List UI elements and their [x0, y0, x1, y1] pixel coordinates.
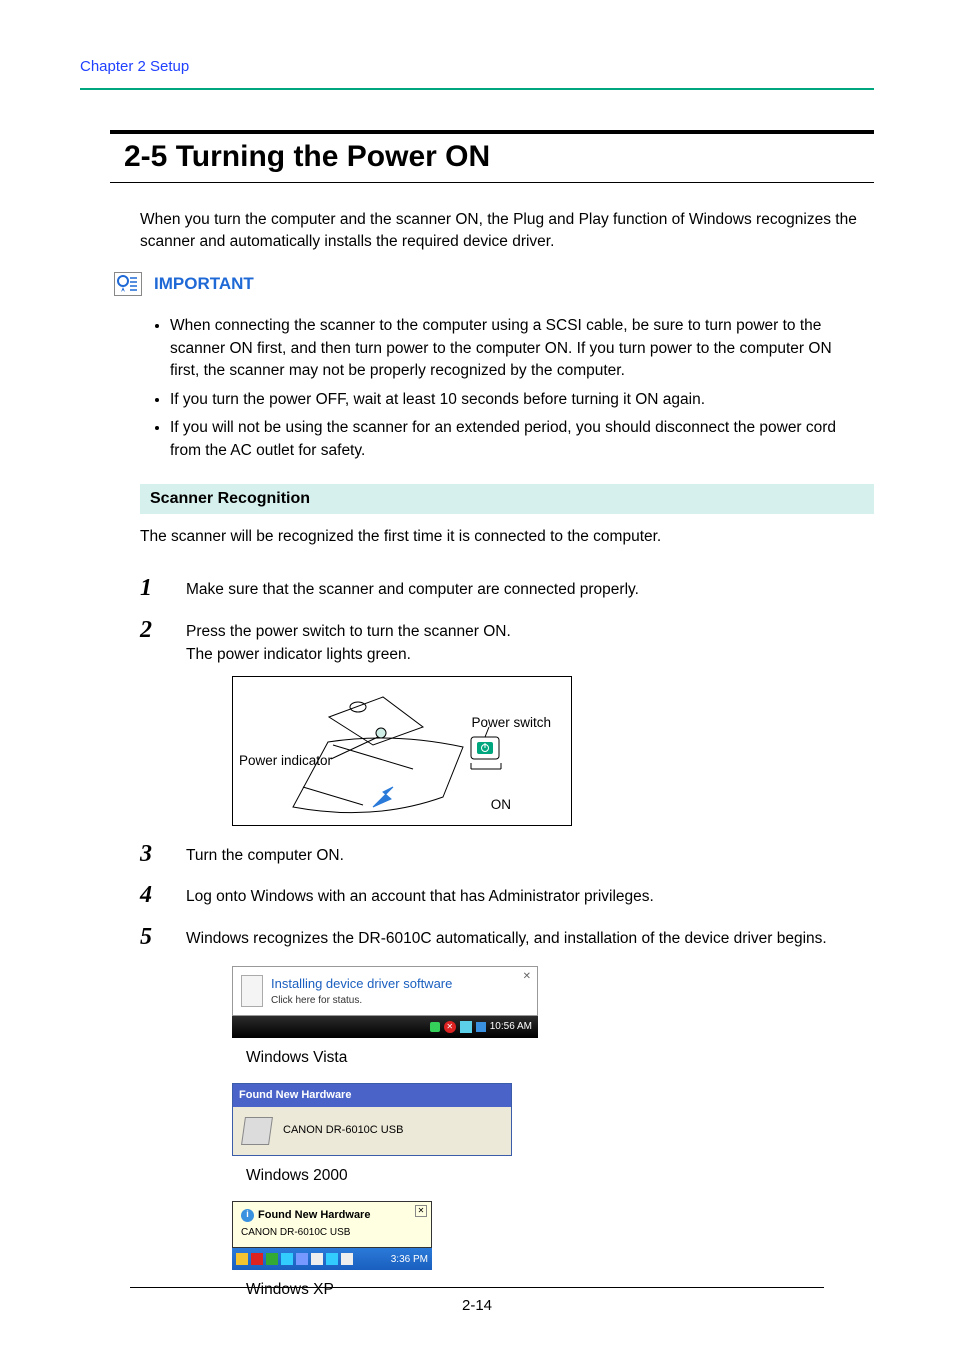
- page-number: 2-14: [0, 1297, 954, 1314]
- system-tray: 3:36 PM: [232, 1248, 432, 1270]
- tray-icon: [430, 1022, 440, 1032]
- page-title: 2-5 Turning the Power ON: [124, 140, 490, 173]
- balloon-subtitle: Click here for status.: [271, 993, 452, 1008]
- balloon-body: CANON DR-6010C USB: [241, 1225, 423, 1240]
- dialog-title: Found New Hardware: [233, 1084, 511, 1107]
- scanner-diagram: Power indicator Power switch ON: [232, 676, 572, 826]
- hardware-icon: [243, 1117, 271, 1145]
- tray-icon: [236, 1253, 248, 1265]
- balloon-title: Installing device driver software: [271, 974, 452, 994]
- step-number: 5: [140, 925, 186, 949]
- tray-clock: 10:56 AM: [490, 1019, 532, 1034]
- important-label: IMPORTANT: [154, 272, 254, 294]
- caption-vista: Windows Vista: [246, 1046, 827, 1069]
- tray-icon: [266, 1253, 278, 1265]
- tray-icon: [296, 1253, 308, 1265]
- step-number: 4: [140, 883, 186, 907]
- screenshot-vista: Installing device driver software Click …: [232, 966, 538, 1038]
- step-number: 1: [140, 576, 186, 600]
- step-body: Log onto Windows with an account that ha…: [186, 883, 654, 908]
- dialog-body: CANON DR-6010C USB: [283, 1122, 403, 1139]
- close-icon[interactable]: ✕: [415, 1205, 427, 1217]
- section-title-band: 2-5 Turning the Power ON: [110, 130, 874, 183]
- important-icon: [114, 272, 142, 296]
- intro-text: When you turn the computer and the scann…: [110, 183, 874, 254]
- list-item: When connecting the scanner to the compu…: [170, 315, 864, 382]
- list-item: If you turn the power OFF, wait at least…: [170, 389, 864, 411]
- screenshot-wxp: i Found New Hardware ✕ CANON DR-6010C US…: [232, 1201, 432, 1271]
- system-tray: ✕ 10:56 AM: [232, 1016, 538, 1038]
- step-body: Turn the computer ON.: [186, 842, 344, 867]
- screenshot-w2k: Found New Hardware CANON DR-6010C USB: [232, 1083, 512, 1156]
- tray-icon: [341, 1253, 353, 1265]
- diagram-label-power-switch: Power switch: [471, 713, 551, 733]
- step-body: Make sure that the scanner and computer …: [186, 576, 639, 601]
- diagram-label-power-indicator: Power indicator: [239, 751, 332, 771]
- diagram-label-on: ON: [491, 795, 511, 815]
- close-icon[interactable]: ✕: [523, 969, 531, 984]
- tray-icon: [326, 1253, 338, 1265]
- step-number: 3: [140, 842, 186, 866]
- subsection-heading: Scanner Recognition: [140, 484, 874, 514]
- top-divider: [80, 88, 874, 90]
- volume-icon: [476, 1022, 486, 1032]
- step-body: Windows recognizes the DR-6010C automati…: [186, 927, 827, 950]
- list-item: If you will not be using the scanner for…: [170, 417, 864, 462]
- breadcrumb[interactable]: Chapter 2 Setup: [80, 58, 189, 75]
- step-body: The power indicator lights green.: [186, 643, 572, 666]
- subsection-lead: The scanner will be recognized the first…: [110, 514, 874, 546]
- info-icon: i: [241, 1209, 254, 1222]
- footer-divider: [130, 1287, 824, 1288]
- step-body: Press the power switch to turn the scann…: [186, 620, 572, 643]
- tray-icon: ✕: [444, 1021, 456, 1033]
- important-list: When connecting the scanner to the compu…: [110, 311, 874, 462]
- tray-icon: [460, 1021, 472, 1033]
- tray-icon: [311, 1253, 323, 1265]
- balloon-title: Found New Hardware: [258, 1207, 370, 1224]
- driver-icon: [241, 975, 263, 1007]
- tray-icon: [251, 1253, 263, 1265]
- caption-w2k: Windows 2000: [246, 1164, 827, 1187]
- step-number: 2: [140, 618, 186, 642]
- tray-icon: [281, 1253, 293, 1265]
- tray-clock: 3:36 PM: [391, 1252, 428, 1267]
